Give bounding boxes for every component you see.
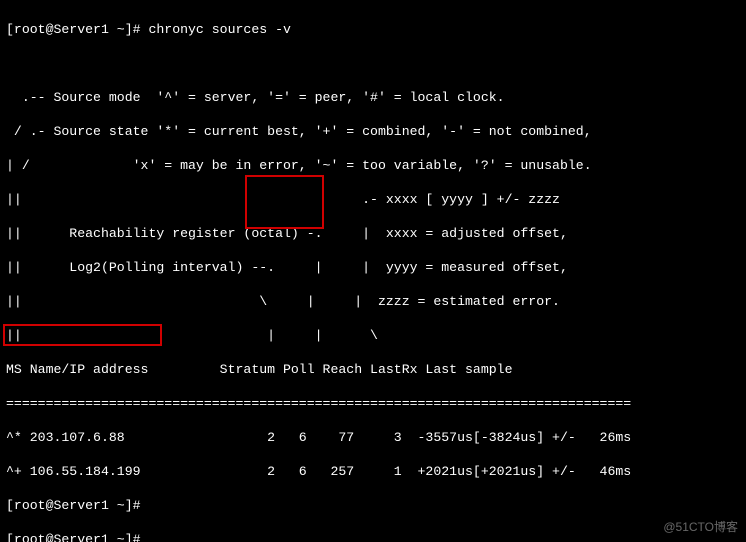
- legend-line: || Log2(Polling interval) --. | | yyyy =…: [6, 259, 740, 276]
- sources-header: MS Name/IP address Stratum Poll Reach La…: [6, 361, 740, 378]
- terminal-output[interactable]: [root@Server1 ~]# chronyc sources -v .--…: [0, 0, 746, 542]
- prompt-line: [root@Server1 ~]#: [6, 531, 740, 542]
- legend-line: / .- Source state '*' = current best, '+…: [6, 123, 740, 140]
- legend-line: | / 'x' = may be in error, '~' = too var…: [6, 157, 740, 174]
- source-row: ^* 203.107.6.88 2 6 77 3 -3557us[-3824us…: [6, 429, 740, 446]
- command-text: chronyc sources -v: [148, 22, 290, 37]
- prompt-line-1: [root@Server1 ~]# chronyc sources -v: [6, 21, 740, 38]
- legend-line: || \ | | zzzz = estimated error.: [6, 293, 740, 310]
- blank-line: [6, 55, 740, 72]
- shell-prompt: [root@Server1 ~]#: [6, 22, 148, 37]
- watermark: @51CTO博客: [663, 519, 738, 536]
- divider: ========================================…: [6, 395, 740, 412]
- legend-line: || .- xxxx [ yyyy ] +/- zzzz: [6, 191, 740, 208]
- legend-line: .-- Source mode '^' = server, '=' = peer…: [6, 89, 740, 106]
- legend-line: || | | \: [6, 327, 740, 344]
- source-row: ^+ 106.55.184.199 2 6 257 1 +2021us[+202…: [6, 463, 740, 480]
- legend-line: || Reachability register (octal) -. | xx…: [6, 225, 740, 242]
- prompt-line: [root@Server1 ~]#: [6, 497, 740, 514]
